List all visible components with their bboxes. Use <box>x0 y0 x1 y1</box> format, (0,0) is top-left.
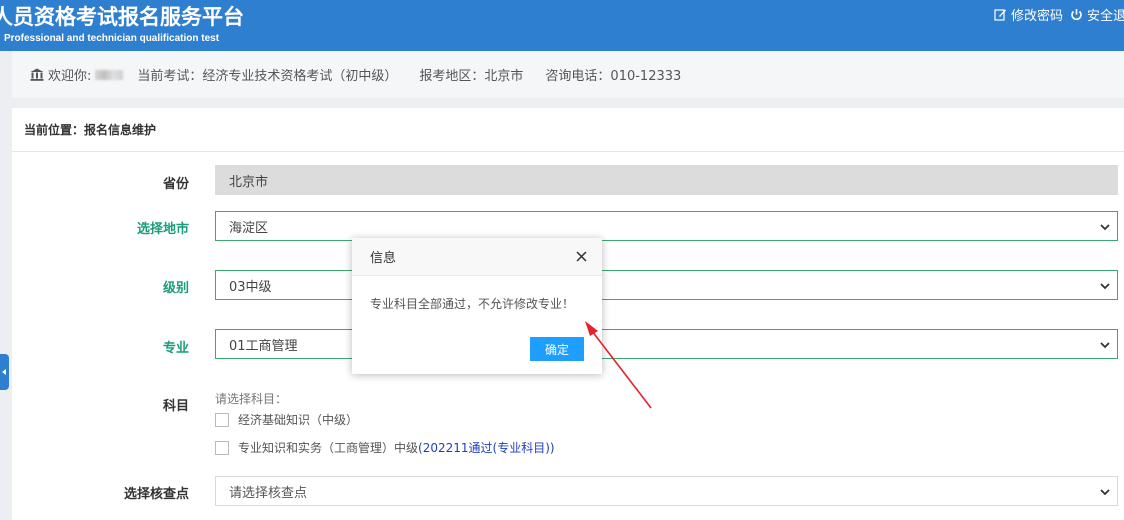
checkpoint-select[interactable]: 请选择核查点 <box>215 476 1118 506</box>
close-icon[interactable] <box>576 251 587 262</box>
checkpoint-label: 选择核查点 <box>123 487 189 502</box>
dialog-header: 信息 <box>352 238 602 276</box>
site-title: 人员资格考试报名服务平台 <box>0 5 244 29</box>
subject-hint: 请选择科目： <box>215 392 288 406</box>
header-actions: 修改密码 安全退 <box>994 5 1124 24</box>
welcome: 欢迎你: <box>30 65 124 84</box>
chevron-down-icon <box>1100 283 1110 290</box>
subject-label: 科目 <box>162 399 189 414</box>
info-bar: 欢迎你: 当前考试：经济专业技术资格考试（初中级） 报考地区：北京市 咨询电话：… <box>12 51 1124 98</box>
subject-checkbox[interactable] <box>215 412 229 427</box>
breadcrumb: 当前位置：报名信息维护 <box>12 108 1124 152</box>
level-value: 03中级 <box>229 279 272 295</box>
subject-option: 专业知识和实务（工商管理）中级 (202211通过(专业科目)) <box>215 439 555 456</box>
exam-region: 报考地区：北京市 <box>419 69 524 84</box>
change-password-link[interactable]: 修改密码 <box>994 5 1063 24</box>
dialog-title: 信息 <box>370 251 397 266</box>
info-dialog: 信息 专业科目全部通过，不允许修改专业！ 确定 <box>352 238 602 374</box>
change-password-label: 修改密码 <box>1010 9 1063 24</box>
chevron-down-icon <box>1100 224 1110 231</box>
top-header: 人员资格考试报名服务平台 Professional and technician… <box>0 0 1124 51</box>
chevron-down-icon <box>1100 489 1110 496</box>
city-value: 海淀区 <box>229 220 269 236</box>
level-label: 级别 <box>162 281 189 296</box>
sidebar-toggle[interactable] <box>0 354 9 390</box>
dialog-message: 专业科目全部通过，不允许修改专业！ <box>370 297 575 311</box>
site-subtitle: Professional and technician qualificatio… <box>4 33 220 44</box>
welcome-label: 欢迎你: <box>48 69 92 84</box>
city-label: 选择地市 <box>136 222 189 237</box>
chevron-down-icon <box>1100 342 1110 349</box>
power-icon <box>1071 9 1082 21</box>
level-select[interactable]: 03中级 <box>215 270 1118 300</box>
subject-option-label: 专业知识和实务（工商管理）中级 <box>238 441 419 455</box>
subject-checkbox[interactable] <box>215 440 229 455</box>
bank-icon <box>30 68 44 81</box>
subject-group: 请选择科目： 经济基础知识（中级） 专业知识和实务（工商管理）中级 (20221… <box>215 390 555 456</box>
province-value: 北京市 <box>229 174 269 190</box>
subject-pass-status: (202211通过(专业科目)) <box>418 441 555 455</box>
logout-label: 安全退 <box>1086 9 1124 24</box>
logout-link[interactable]: 安全退 <box>1070 5 1124 24</box>
subject-option-label: 经济基础知识（中级） <box>238 413 359 427</box>
checkpoint-placeholder: 请选择核查点 <box>229 485 308 501</box>
current-exam: 当前考试：经济专业技术资格考试（初中级） <box>137 69 398 84</box>
caret-left-icon <box>2 369 6 375</box>
major-label: 专业 <box>162 341 189 356</box>
major-select[interactable]: 01工商管理 <box>215 329 1118 359</box>
consult-phone: 咨询电话：010-12333 <box>545 69 682 84</box>
confirm-button[interactable]: 确定 <box>530 337 584 361</box>
blurred-username <box>95 69 124 80</box>
city-select[interactable]: 海淀区 <box>215 211 1118 241</box>
major-value: 01工商管理 <box>229 338 298 354</box>
subject-option: 经济基础知识（中级） <box>215 411 555 428</box>
province-field: 北京市 <box>215 165 1118 195</box>
province-label: 省份 <box>162 177 189 192</box>
edit-icon <box>994 9 1006 21</box>
